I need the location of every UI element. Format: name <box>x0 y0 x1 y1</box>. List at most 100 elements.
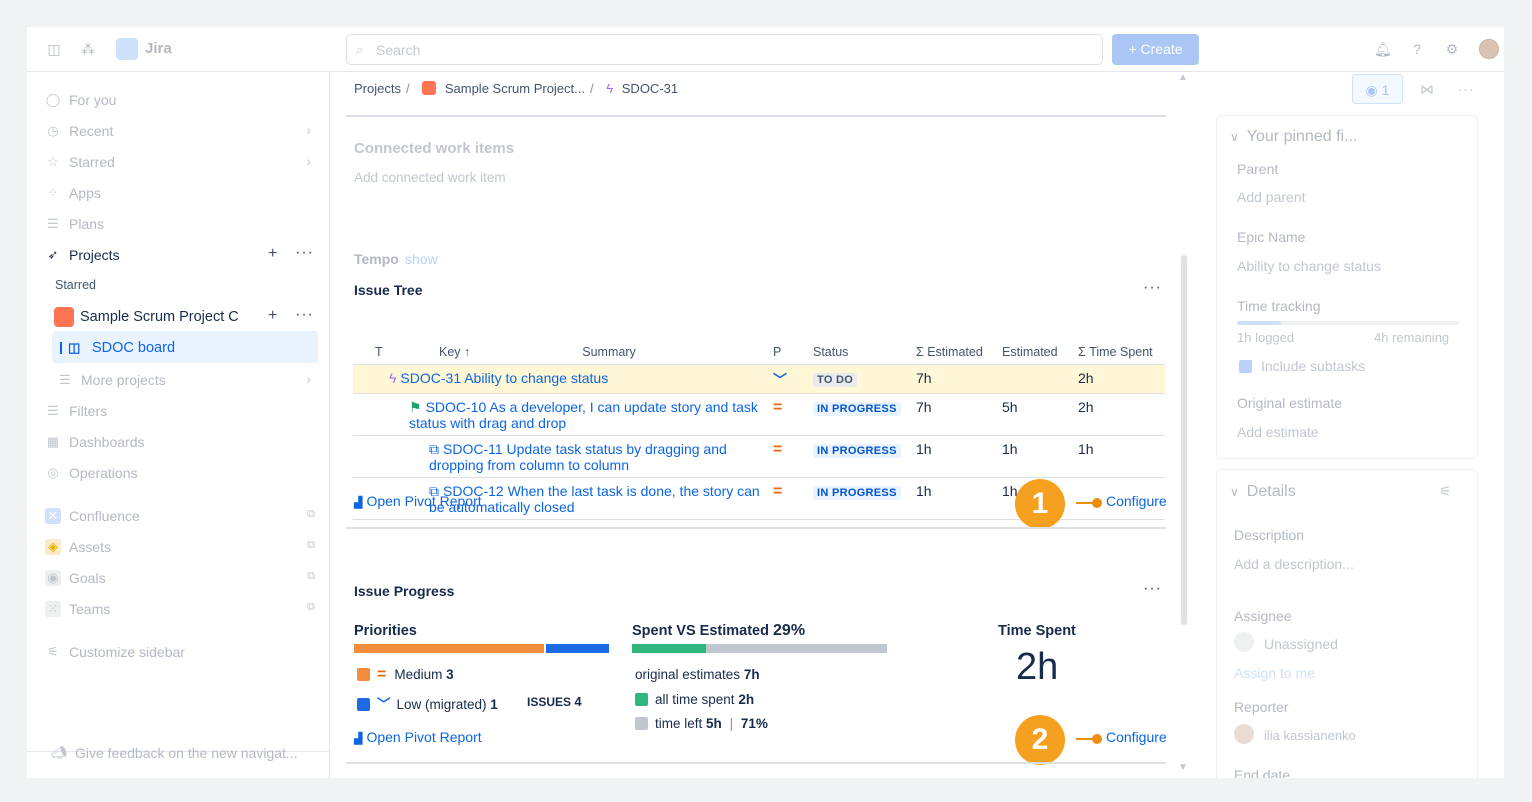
help-icon[interactable]: ? <box>1409 41 1425 57</box>
board-icon: ◫ <box>68 340 81 355</box>
gear-icon[interactable]: ⚙ <box>1444 41 1460 57</box>
time-tracking-bar[interactable] <box>1237 321 1459 325</box>
status-badge[interactable]: IN PROGRESS <box>813 485 901 500</box>
spent-bar <box>632 644 887 653</box>
sidebar-item-label: Dashboards <box>69 434 145 450</box>
sidebar-item-dashboards[interactable]: ▦ Dashboards <box>45 432 315 452</box>
sidebar-item-confluence[interactable]: ✕ Confluence ⧉ <box>45 506 315 526</box>
sidebar-item-more-projects[interactable]: ☰ More projects › <box>57 370 315 390</box>
tempo-show-link[interactable]: show <box>405 251 438 267</box>
sidebar-project-name[interactable]: Sample Scrum Project C <box>80 309 239 325</box>
settings-sliders-icon[interactable]: ⚟ <box>1439 483 1452 500</box>
col-key-summary[interactable]: Key ↑ Summary <box>389 340 773 365</box>
add-connected-link[interactable]: Add connected work item <box>354 170 506 185</box>
breadcrumb-issue[interactable]: SDOC-31 <box>622 81 678 96</box>
sidebar-item-starred[interactable]: ☆ Starred › <box>45 152 315 172</box>
issue-link[interactable]: SDOC-11 Update task status by dragging a… <box>429 441 727 473</box>
time-spent-value: 2h <box>1016 646 1059 688</box>
details-header[interactable]: ∨ Details <box>1230 483 1296 501</box>
more-icon[interactable]: ··· <box>1451 74 1481 104</box>
sidebar-item-plans[interactable]: ☰ Plans <box>45 214 315 234</box>
issue-progress-title: Issue Progress <box>354 583 455 599</box>
legend-low: ﹀ Low (migrated) 1 <box>357 693 498 713</box>
time-left-row: time left 5h | 71% <box>635 716 768 731</box>
add-parent-field[interactable]: Add parent <box>1237 189 1306 205</box>
app-switcher-icon[interactable]: ⁂ <box>80 41 96 57</box>
add-project-icon[interactable]: + <box>268 245 277 263</box>
chevron-right-icon[interactable]: › <box>306 122 311 138</box>
col-key[interactable]: Key ↑ <box>439 345 470 359</box>
assignee-value[interactable]: Unassigned <box>1264 636 1338 652</box>
epic-name-value[interactable]: Ability to change status <box>1237 258 1381 274</box>
breadcrumb-projects[interactable]: Projects <box>354 81 401 96</box>
pinned-title: Your pinned fi... <box>1246 128 1358 145</box>
more-icon[interactable]: ··· <box>295 306 314 324</box>
sidebar-item-teams[interactable]: ⁙ Teams ⧉ <box>45 599 315 619</box>
search-icon: ⌕ <box>356 42 364 57</box>
table-row[interactable]: ⧉ SDOC-11 Update task status by dragging … <box>353 435 1165 478</box>
status-badge[interactable]: IN PROGRESS <box>813 443 901 458</box>
table-row[interactable]: ϟ SDOC-31 Ability to change status ﹀ TO D… <box>353 364 1165 394</box>
open-pivot-report-link[interactable]: ▟ Open Pivot Report <box>354 493 482 509</box>
sidebar-item-assets[interactable]: ◈ Assets ⧉ <box>45 537 315 557</box>
avatar[interactable] <box>1479 39 1499 59</box>
issue-tree-title: Issue Tree <box>354 282 423 298</box>
watch-button[interactable]: ◉ 1 <box>1352 74 1403 104</box>
share-icon[interactable]: ⋈ <box>1412 74 1442 104</box>
issue-link[interactable]: SDOC-31 Ability to change status <box>400 370 608 386</box>
sidebar-toggle-icon[interactable]: ◫ <box>46 41 62 57</box>
feedback-link[interactable]: 📣︎ Give feedback on the new navigat... <box>51 743 321 763</box>
sidebar-item-recent[interactable]: ◷ Recent › <box>45 121 315 141</box>
add-icon[interactable]: + <box>268 307 277 325</box>
more-icon[interactable]: ··· <box>1143 580 1162 598</box>
issue-details-panel: ◉ 1 ⋈ ··· ∨ Your pinned fi... Parent Add … <box>1187 72 1504 778</box>
status-badge[interactable]: IN PROGRESS <box>813 401 901 416</box>
chevron-right-icon[interactable]: › <box>306 153 311 169</box>
sidebar-item-operations[interactable]: ◎ Operations <box>45 463 315 483</box>
sidebar-item-apps[interactable]: ⁘ Apps <box>45 183 315 203</box>
col-summary: Summary <box>582 344 636 359</box>
issue-link[interactable]: SDOC-10 As a developer, I can update sto… <box>409 399 758 431</box>
sidebar-item-label: More projects <box>81 372 166 388</box>
assign-to-me-link[interactable]: Assign to me <box>1234 665 1315 681</box>
chevron-right-icon[interactable]: › <box>306 371 311 387</box>
legend-count: 1 <box>490 697 498 712</box>
col-estimated: Estimated <box>1002 340 1078 365</box>
add-description-field[interactable]: Add a description... <box>1234 556 1354 572</box>
customize-icon: ⚟ <box>47 644 59 659</box>
sidebar-item-label: Customize sidebar <box>69 644 185 660</box>
configure-link[interactable]: Configure <box>1106 729 1167 745</box>
col-priority: P <box>773 340 813 365</box>
add-estimate-field[interactable]: Add estimate <box>1237 424 1319 440</box>
more-icon[interactable]: ··· <box>1143 279 1162 297</box>
details-title: Details <box>1246 483 1296 500</box>
pinned-fields-header[interactable]: ∨ Your pinned fi... <box>1230 128 1357 146</box>
sidebar-item-for-you[interactable]: ◯ For you <box>45 90 315 110</box>
pivot-icon: ▟ <box>354 733 363 745</box>
open-pivot-report-link[interactable]: ▟ Open Pivot Report <box>354 729 482 745</box>
search-placeholder: Search <box>376 42 421 58</box>
col-sum-spent: Σ Time Spent <box>1078 340 1165 365</box>
project-avatar-icon <box>422 81 437 95</box>
epic-icon: ϟ <box>606 81 614 96</box>
selection-indicator <box>60 342 62 354</box>
include-subtasks-checkbox[interactable] <box>1239 360 1252 373</box>
status-badge[interactable]: TO DO <box>813 372 858 387</box>
pivot-label: Open Pivot Report <box>366 493 482 509</box>
spent-vs-estimated-label: Spent VS Estimated 29% <box>632 622 805 640</box>
app-name[interactable]: Jira <box>145 40 172 57</box>
issues-count: ISSUES 4 <box>527 694 582 709</box>
jira-logo[interactable] <box>116 38 138 60</box>
more-icon[interactable]: ··· <box>295 244 314 262</box>
create-button[interactable]: + Create <box>1112 34 1199 65</box>
sidebar-item-filters[interactable]: ☰ Filters <box>45 401 315 421</box>
sidebar-item-goals[interactable]: ◉ Goals ⧉ <box>45 568 315 588</box>
bell-icon[interactable]: 🔔︎ <box>1374 41 1392 57</box>
sidebar-item-customize[interactable]: ⚟ Customize sidebar <box>45 642 315 662</box>
search-input[interactable]: ⌕ Search <box>346 34 1103 65</box>
table-row[interactable]: ⚑ SDOC-10 As a developer, I can update st… <box>353 393 1165 436</box>
callout-badge: 1 <box>1015 479 1065 529</box>
breadcrumb-project[interactable]: Sample Scrum Project... <box>445 81 585 96</box>
reporter-value[interactable]: ilia kassianenko <box>1264 728 1356 743</box>
configure-link[interactable]: Configure <box>1106 493 1167 509</box>
